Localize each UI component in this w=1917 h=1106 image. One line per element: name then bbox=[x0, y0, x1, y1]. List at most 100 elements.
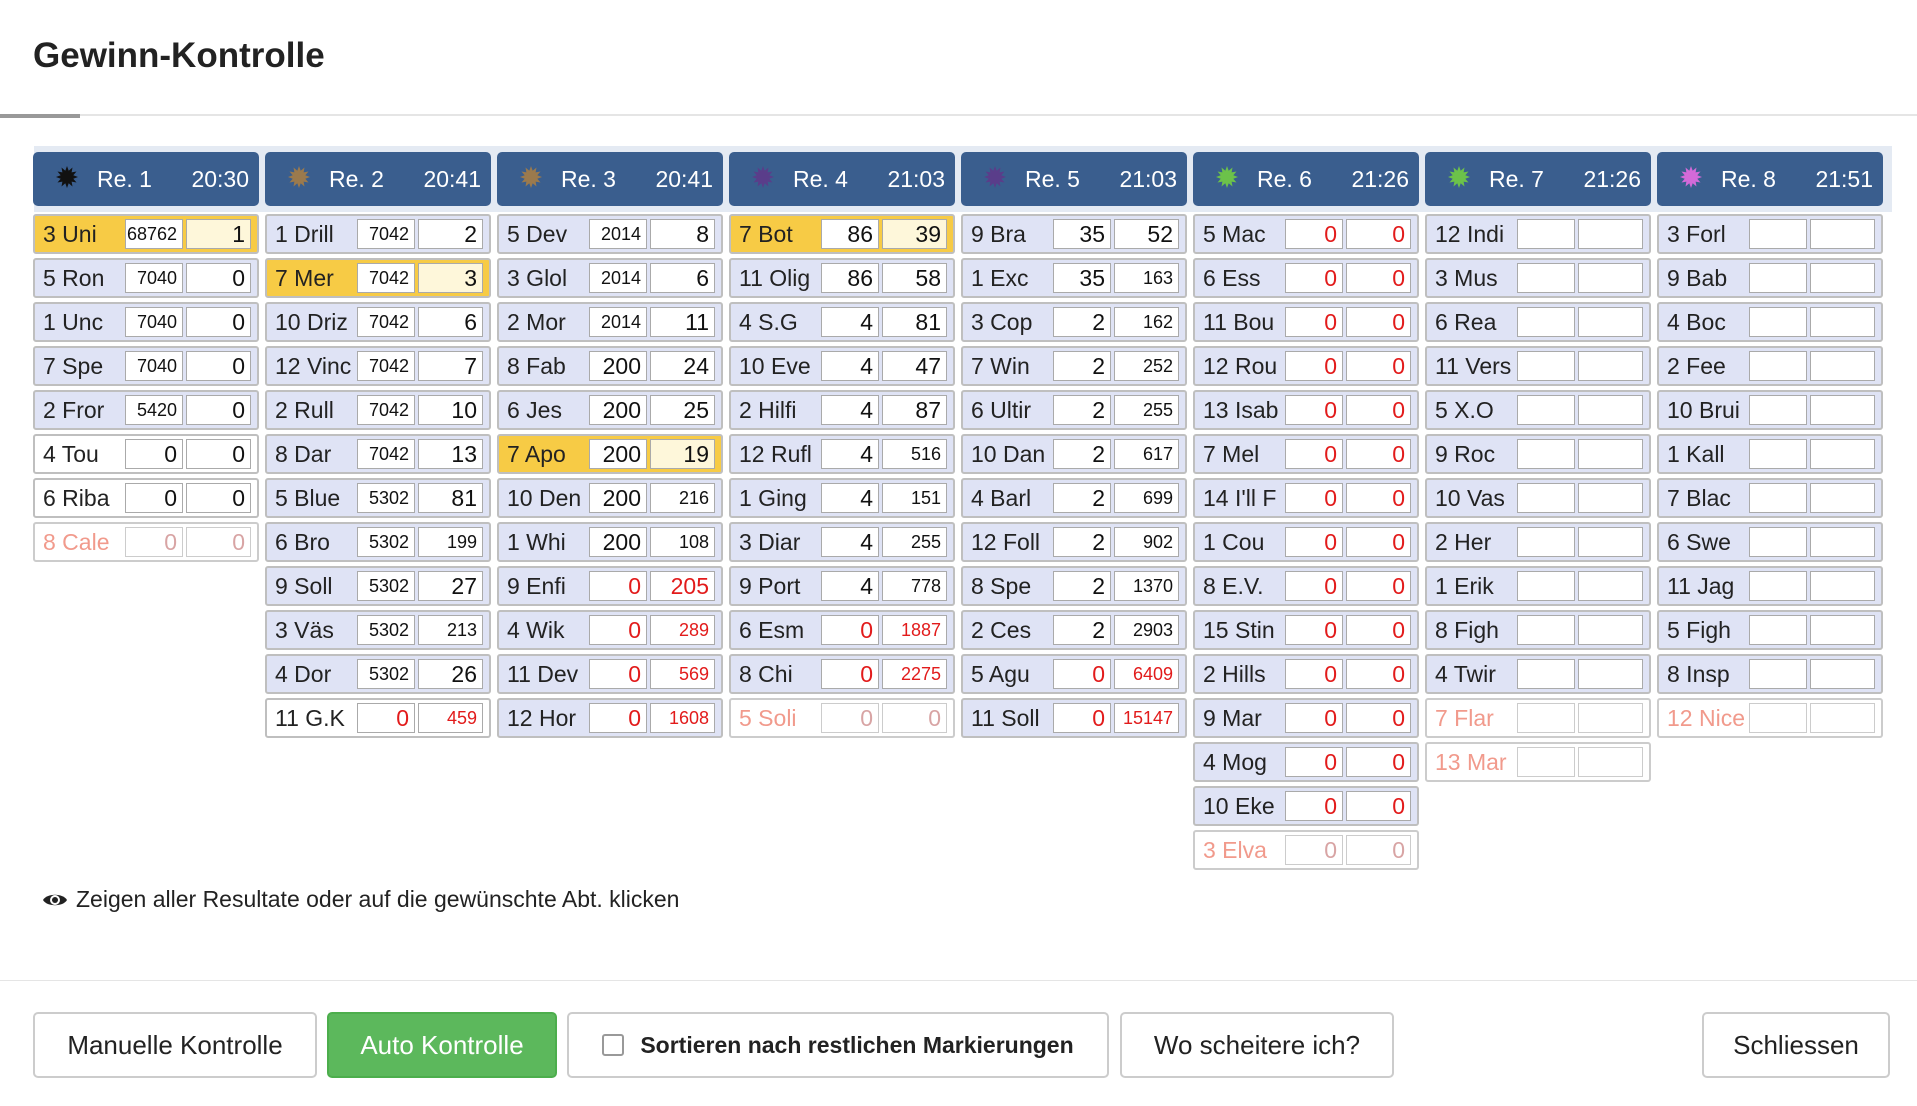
runner-row[interactable]: 11 G.K 0 459 bbox=[265, 698, 491, 738]
runner-row[interactable]: 7 Bot 86 39 bbox=[729, 214, 955, 254]
runner-row[interactable]: 7 Flar bbox=[1425, 698, 1651, 738]
runner-row[interactable]: 3 Uni 68762 1 bbox=[33, 214, 259, 254]
runner-row[interactable]: 5 Figh bbox=[1657, 610, 1883, 650]
race-header[interactable]: Re. 3 20:41 bbox=[497, 152, 723, 206]
runner-row[interactable]: 8 Figh bbox=[1425, 610, 1651, 650]
runner-row[interactable]: 5 Agu 0 6409 bbox=[961, 654, 1187, 694]
race-header[interactable]: Re. 7 21:26 bbox=[1425, 152, 1651, 206]
runner-row[interactable]: 10 Vas bbox=[1425, 478, 1651, 518]
runner-row[interactable]: 6 Riba 0 0 bbox=[33, 478, 259, 518]
race-header[interactable]: Re. 2 20:41 bbox=[265, 152, 491, 206]
runner-row[interactable]: 3 Cop 2 162 bbox=[961, 302, 1187, 342]
runner-row[interactable]: 12 Rou 0 0 bbox=[1193, 346, 1419, 386]
runner-row[interactable]: 5 Dev 2014 8 bbox=[497, 214, 723, 254]
runner-row[interactable]: 6 Rea bbox=[1425, 302, 1651, 342]
runner-row[interactable]: 2 Hills 0 0 bbox=[1193, 654, 1419, 694]
runner-row[interactable]: 10 Dan 2 617 bbox=[961, 434, 1187, 474]
runner-row[interactable]: 6 Ess 0 0 bbox=[1193, 258, 1419, 298]
runner-row[interactable]: 8 Dar 7042 13 bbox=[265, 434, 491, 474]
runner-row[interactable]: 11 Vers bbox=[1425, 346, 1651, 386]
runner-row[interactable]: 5 Ron 7040 0 bbox=[33, 258, 259, 298]
runner-row[interactable]: 12 Vinc 7042 7 bbox=[265, 346, 491, 386]
runner-row[interactable]: 7 Apo 200 19 bbox=[497, 434, 723, 474]
runner-row[interactable]: 1 Drill 7042 2 bbox=[265, 214, 491, 254]
runner-row[interactable]: 5 X.O bbox=[1425, 390, 1651, 430]
runner-row[interactable]: 7 Blac bbox=[1657, 478, 1883, 518]
sort-remaining-toggle[interactable]: Sortieren nach restlichen Markierungen bbox=[567, 1012, 1109, 1078]
runner-row[interactable]: 1 Kall bbox=[1657, 434, 1883, 474]
runner-row[interactable]: 5 Soli 0 0 bbox=[729, 698, 955, 738]
runner-row[interactable]: 1 Ging 4 151 bbox=[729, 478, 955, 518]
runner-row[interactable]: 4 Twir bbox=[1425, 654, 1651, 694]
runner-row[interactable]: 5 Mac 0 0 bbox=[1193, 214, 1419, 254]
runner-row[interactable]: 12 Hor 0 1608 bbox=[497, 698, 723, 738]
runner-row[interactable]: 8 Insp bbox=[1657, 654, 1883, 694]
runner-row[interactable]: 11 Soll 0 15147 bbox=[961, 698, 1187, 738]
runner-row[interactable]: 10 Den 200 216 bbox=[497, 478, 723, 518]
race-header[interactable]: Re. 6 21:26 bbox=[1193, 152, 1419, 206]
runner-row[interactable]: 9 Mar 0 0 bbox=[1193, 698, 1419, 738]
runner-row[interactable]: 4 Dor 5302 26 bbox=[265, 654, 491, 694]
runner-row[interactable]: 12 Rufl 4 516 bbox=[729, 434, 955, 474]
runner-row[interactable]: 7 Spe 7040 0 bbox=[33, 346, 259, 386]
race-header[interactable]: Re. 8 21:51 bbox=[1657, 152, 1883, 206]
runner-row[interactable]: 14 I'll F 00 bbox=[1193, 478, 1419, 518]
sort-checkbox[interactable] bbox=[602, 1034, 625, 1056]
runner-row[interactable]: 3 Diar 4 255 bbox=[729, 522, 955, 562]
manual-check-button[interactable]: Manuelle Kontrolle bbox=[33, 1012, 317, 1078]
runner-row[interactable]: 9 Bab bbox=[1657, 258, 1883, 298]
race-header[interactable]: Re. 4 21:03 bbox=[729, 152, 955, 206]
close-button[interactable]: Schliessen bbox=[1702, 1012, 1890, 1078]
where-fail-button[interactable]: Wo scheitere ich? bbox=[1120, 1012, 1394, 1078]
runner-row[interactable]: 10 Brui bbox=[1657, 390, 1883, 430]
runner-row[interactable]: 10 Eke 0 0 bbox=[1193, 786, 1419, 826]
runner-row[interactable]: 4 Boc bbox=[1657, 302, 1883, 342]
runner-row[interactable]: 8 Cale 0 0 bbox=[33, 522, 259, 562]
runner-row[interactable]: 6 Esm 0 1887 bbox=[729, 610, 955, 650]
runner-row[interactable]: 2 Ces 2 2903 bbox=[961, 610, 1187, 650]
runner-row[interactable]: 1 Exc 35 163 bbox=[961, 258, 1187, 298]
runner-row[interactable]: 4 Barl 2 699 bbox=[961, 478, 1187, 518]
runner-row[interactable]: 11 Bou 0 0 bbox=[1193, 302, 1419, 342]
runner-row[interactable]: 2 Her bbox=[1425, 522, 1651, 562]
runner-row[interactable]: 5 Blue 5302 81 bbox=[265, 478, 491, 518]
runner-row[interactable]: 11 Olig 86 58 bbox=[729, 258, 955, 298]
runner-row[interactable]: 6 Bro 5302 199 bbox=[265, 522, 491, 562]
runner-row[interactable]: 9 Enfi 0 205 bbox=[497, 566, 723, 606]
runner-row[interactable]: 3 Elva 0 0 bbox=[1193, 830, 1419, 870]
runner-row[interactable]: 1 Erik bbox=[1425, 566, 1651, 606]
runner-row[interactable]: 10 Eve 4 47 bbox=[729, 346, 955, 386]
runner-row[interactable]: 12 Foll 2 902 bbox=[961, 522, 1187, 562]
runner-row[interactable]: 6 Swe bbox=[1657, 522, 1883, 562]
runner-row[interactable]: 8 Chi 0 2275 bbox=[729, 654, 955, 694]
runner-row[interactable]: 7 Win 2 252 bbox=[961, 346, 1187, 386]
runner-row[interactable]: 2 Hilfi 4 87 bbox=[729, 390, 955, 430]
runner-row[interactable]: 13 Isab 0 0 bbox=[1193, 390, 1419, 430]
runner-row[interactable]: 7 Mel 0 0 bbox=[1193, 434, 1419, 474]
runner-row[interactable]: 15 Stin 0 0 bbox=[1193, 610, 1419, 650]
runner-row[interactable]: 11 Dev 0 569 bbox=[497, 654, 723, 694]
runner-row[interactable]: 4 S.G 4 81 bbox=[729, 302, 955, 342]
runner-row[interactable]: 1 Cou 0 0 bbox=[1193, 522, 1419, 562]
runner-row[interactable]: 2 Fee bbox=[1657, 346, 1883, 386]
runner-row[interactable]: 10 Driz 7042 6 bbox=[265, 302, 491, 342]
race-header[interactable]: Re. 1 20:30 bbox=[33, 152, 259, 206]
runner-row[interactable]: 4 Wik 0 289 bbox=[497, 610, 723, 650]
runner-row[interactable]: 2 Fror 5420 0 bbox=[33, 390, 259, 430]
runner-row[interactable]: 9 Port 4 778 bbox=[729, 566, 955, 606]
runner-row[interactable]: 3 Glol 2014 6 bbox=[497, 258, 723, 298]
runner-row[interactable]: 9 Roc bbox=[1425, 434, 1651, 474]
runner-row[interactable]: 12 Nice bbox=[1657, 698, 1883, 738]
runner-row[interactable]: 6 Jes 200 25 bbox=[497, 390, 723, 430]
runner-row[interactable]: 7 Mer 7042 3 bbox=[265, 258, 491, 298]
runner-row[interactable]: 2 Mor 2014 11 bbox=[497, 302, 723, 342]
runner-row[interactable]: 8 Spe 2 1370 bbox=[961, 566, 1187, 606]
runner-row[interactable]: 8 Fab 200 24 bbox=[497, 346, 723, 386]
runner-row[interactable]: 8 E.V. 0 0 bbox=[1193, 566, 1419, 606]
runner-row[interactable]: 4 Tou 0 0 bbox=[33, 434, 259, 474]
runner-row[interactable]: 9 Bra 35 52 bbox=[961, 214, 1187, 254]
runner-row[interactable]: 11 Jag bbox=[1657, 566, 1883, 606]
runner-row[interactable]: 9 Soll 5302 27 bbox=[265, 566, 491, 606]
runner-row[interactable]: 13 Mar bbox=[1425, 742, 1651, 782]
hint-line[interactable]: Zeigen aller Resultate oder auf die gewü… bbox=[42, 886, 679, 913]
